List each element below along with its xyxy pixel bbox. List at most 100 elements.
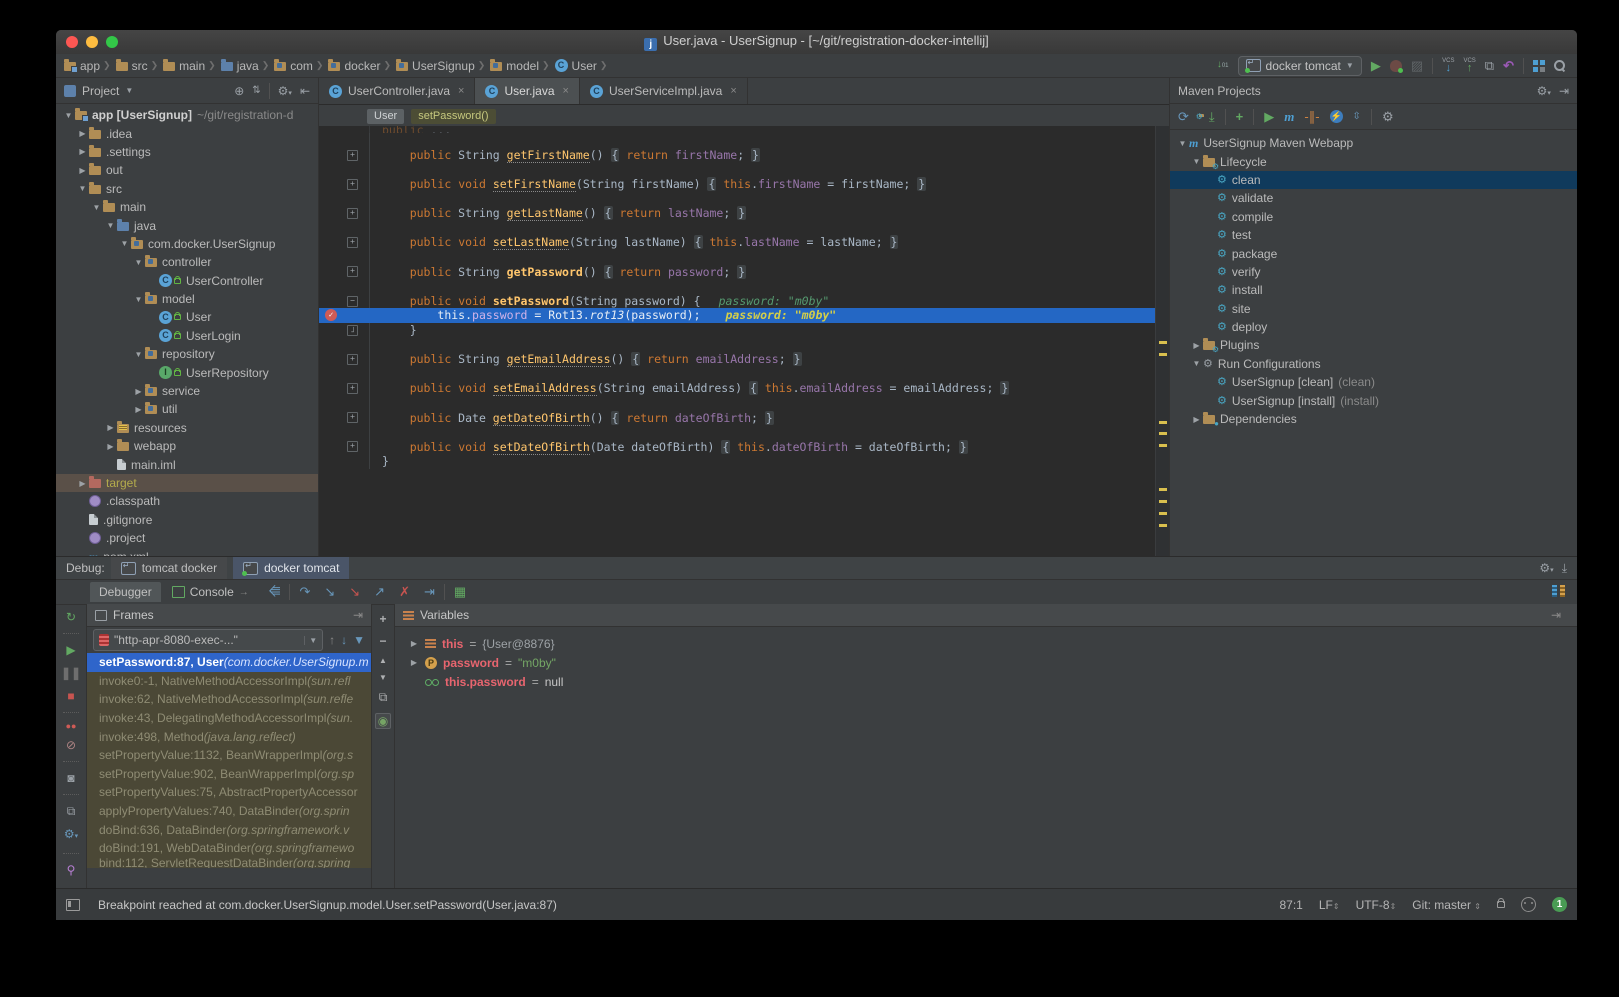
variable-row[interactable]: ▶Ppassword="m0by" [395, 653, 1577, 672]
project-tree-row[interactable]: .gitignore [56, 511, 318, 529]
code-line[interactable] [319, 337, 1169, 352]
code-line[interactable]: + public String getFirstName() { return … [319, 148, 1169, 163]
tree-collapse-icon[interactable]: ▶ [132, 387, 145, 396]
encoding-widget[interactable]: UTF-8⇕ [1356, 898, 1397, 912]
project-tree-row[interactable]: CUser [56, 308, 318, 326]
force-step-into-icon[interactable]: ↘ [344, 584, 365, 600]
editor-tab[interactable]: CUserController.java× [319, 78, 475, 104]
tree-collapse-icon[interactable]: ▶ [1190, 341, 1203, 350]
run-configuration-select[interactable]: docker tomcat ▼ [1238, 56, 1362, 76]
project-tree-row[interactable]: ▼app [UserSignup]~/git/registration-d [56, 106, 318, 124]
debug-button[interactable] [1390, 60, 1402, 72]
maven-settings-icon[interactable]: ⚙ [1382, 110, 1394, 124]
project-tree-row[interactable]: ▶.settings [56, 143, 318, 161]
code-editor[interactable]: public ... + public String getFirstName(… [319, 126, 1169, 556]
project-tree-row[interactable]: ▼model [56, 290, 318, 308]
close-tab-icon[interactable]: × [563, 85, 569, 97]
tree-collapse-icon[interactable]: ▶ [104, 442, 117, 451]
maven-tree-row[interactable]: ⚙verify [1170, 263, 1577, 281]
fold-expand-icon[interactable]: + [347, 179, 358, 190]
breadcrumb-item[interactable]: src [116, 59, 148, 73]
stack-frame-row[interactable]: setPropertyValues:75, AbstractPropertyAc… [87, 783, 371, 802]
project-tree-row[interactable]: IUserRepository [56, 363, 318, 381]
project-tree-row[interactable]: mpom.xml [56, 547, 318, 556]
code-line[interactable] [319, 191, 1169, 206]
code-line[interactable] [319, 396, 1169, 411]
run-button[interactable]: ▶ [1371, 59, 1381, 73]
project-tree-row[interactable]: ▼repository [56, 345, 318, 363]
project-tree-row[interactable]: main.iml [56, 455, 318, 473]
stack-frame-row[interactable]: invoke:498, Method (java.lang.reflect) [87, 727, 371, 746]
stripe-mark[interactable] [1159, 512, 1167, 515]
vcs-commit-icon[interactable]: VCS↑ [1463, 59, 1475, 73]
variable-expand-icon[interactable]: ▶ [409, 639, 419, 648]
stop-icon[interactable]: ■ [67, 689, 74, 703]
drop-frame-icon[interactable]: ✗ [394, 584, 415, 600]
tree-expand-icon[interactable]: ▼ [132, 258, 145, 267]
thread-selector[interactable]: "http-apr-8080-exec-..." ▼ [93, 629, 323, 651]
readonly-lock-icon[interactable] [1497, 901, 1505, 908]
project-tree-row[interactable]: ▼com.docker.UserSignup [56, 235, 318, 253]
breadcrumb-item[interactable]: UserSignup [396, 59, 475, 73]
debug-session-tab[interactable]: docker tomcat [233, 557, 349, 579]
tree-expand-icon[interactable]: ▼ [132, 295, 145, 304]
project-tree-row[interactable]: .project [56, 529, 318, 547]
editor-tab[interactable]: CUser.java× [475, 78, 579, 104]
maven-execute-goal-icon[interactable]: m [1284, 111, 1294, 123]
debug-settings-gear-icon[interactable]: ⚙▾ [1539, 561, 1553, 575]
code-line[interactable] [319, 221, 1169, 236]
git-branch-widget[interactable]: Git: master ⇕ [1412, 898, 1481, 912]
code-line[interactable]: public ... [319, 126, 1169, 133]
fold-expand-icon[interactable]: + [347, 412, 358, 423]
view-threads-icon[interactable] [1552, 585, 1577, 600]
stack-frame-row[interactable]: doBind:191, WebDataBinder (org.springfra… [87, 839, 371, 858]
maven-collapse-icon[interactable]: ⇳ [1353, 110, 1361, 124]
code-line[interactable]: ˩ } [319, 323, 1169, 338]
collapse-all-icon[interactable]: ⇅ [252, 85, 260, 96]
breadcrumb-item[interactable]: CUser [555, 59, 597, 73]
maven-hide-icon[interactable]: ⇥ [1559, 84, 1569, 98]
maven-tree-row[interactable]: ▼mUserSignup Maven Webapp [1170, 134, 1577, 152]
move-watch-up-icon[interactable]: ▲ [379, 656, 387, 665]
copy-watch-icon[interactable]: ⧉ [379, 690, 388, 705]
stack-frame-row[interactable]: setPassword:87, User (com.docker.UserSig… [87, 653, 371, 672]
run-to-cursor-icon[interactable]: ⇥ [419, 584, 440, 600]
project-tree-row[interactable]: ▶webapp [56, 437, 318, 455]
tree-expand-icon[interactable]: ▼ [104, 221, 117, 230]
tree-expand-icon[interactable]: ▼ [1190, 359, 1203, 368]
restore-layout-icon[interactable]: ⧉ [67, 804, 76, 818]
tree-expand-icon[interactable]: ▼ [76, 184, 89, 193]
pin-tab-icon[interactable]: ⚲ [67, 863, 76, 877]
debug-view-tab[interactable]: Debugger [90, 582, 161, 602]
code-line[interactable] [319, 250, 1169, 265]
maven-tree-row[interactable]: ⚙install [1170, 281, 1577, 299]
toolwindow-toggle-icon[interactable] [66, 899, 80, 911]
project-view-dropdown-icon[interactable]: ▼ [125, 86, 133, 95]
frames-filter-icon[interactable]: ▼ [353, 633, 365, 647]
maven-tree-row[interactable]: ⚙test [1170, 226, 1577, 244]
debugger-settings-icon[interactable]: ⚙▾ [64, 827, 78, 844]
variables-dock-icon[interactable]: ⇥ [1551, 608, 1569, 622]
editor-tab[interactable]: CUserServiceImpl.java× [580, 78, 748, 104]
stripe-mark[interactable] [1159, 432, 1167, 435]
stripe-mark[interactable] [1159, 500, 1167, 503]
breadcrumb-item[interactable]: docker [328, 59, 380, 73]
project-settings-gear-icon[interactable]: ⚙▾ [278, 84, 292, 98]
pause-icon[interactable]: ❚❚ [61, 666, 81, 680]
maven-tree-row[interactable]: ⚙validate [1170, 189, 1577, 207]
maven-tree-row[interactable]: ▶⚙Plugins [1170, 336, 1577, 354]
fold-collapse-icon[interactable]: − [347, 296, 358, 307]
close-tab-icon[interactable]: × [458, 85, 464, 97]
project-tree-row[interactable]: ▼controller [56, 253, 318, 271]
stack-frame-row[interactable]: applyPropertyValues:740, DataBinder (org… [87, 802, 371, 821]
maven-offline-icon[interactable]: ⚡ [1330, 110, 1343, 123]
project-tree-row[interactable]: CUserController [56, 272, 318, 290]
add-watch-icon[interactable]: + [379, 612, 386, 626]
maven-add-icon[interactable]: + [1236, 110, 1244, 124]
fold-end-icon[interactable]: ˩ [347, 325, 358, 336]
maven-tree-row[interactable]: ▼⚙Lifecycle [1170, 152, 1577, 170]
search-everywhere-icon[interactable] [1554, 60, 1565, 71]
highlighting-level-icon[interactable] [1521, 897, 1536, 912]
evaluate-in-context-icon[interactable]: ◉ [375, 713, 391, 729]
remove-watch-icon[interactable]: − [379, 634, 386, 648]
